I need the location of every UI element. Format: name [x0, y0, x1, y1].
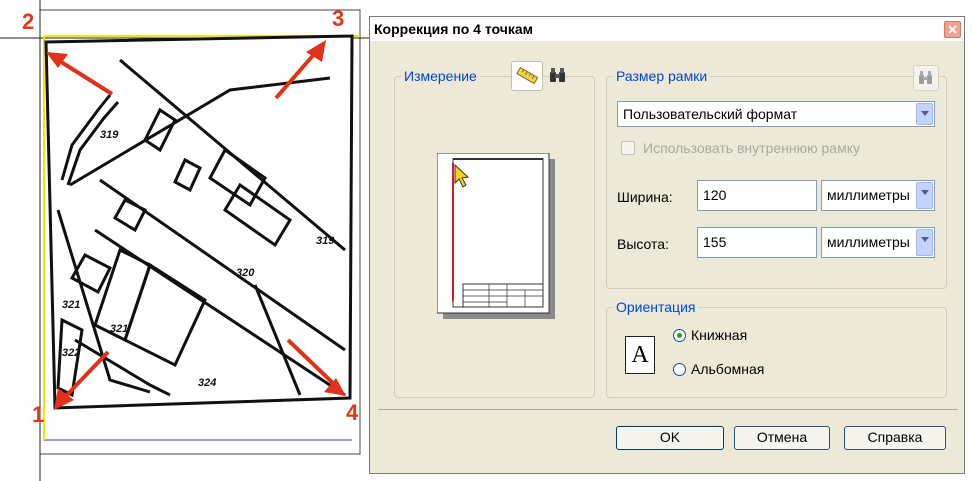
- width-unit-select[interactable]: миллиметры: [821, 180, 935, 211]
- chevron-down-icon[interactable]: [916, 229, 933, 256]
- pick-format-button[interactable]: [913, 65, 939, 91]
- orientation-group: Ориентация A Книжная Альбомная: [606, 299, 947, 398]
- binoculars-tool-button[interactable]: [547, 64, 569, 86]
- height-unit-select[interactable]: миллиметры: [821, 227, 935, 258]
- measurement-group: Измерение: [394, 61, 595, 398]
- chevron-down-icon[interactable]: [916, 103, 933, 125]
- format-select-value: Пользовательский формат: [623, 106, 798, 122]
- close-button[interactable]: [944, 21, 961, 38]
- height-unit-value: миллиметры: [827, 234, 910, 250]
- portrait-radio[interactable]: [673, 329, 686, 342]
- map-label-321b: 321: [110, 323, 128, 335]
- chevron-down-icon[interactable]: [916, 182, 933, 209]
- footer-divider: [378, 409, 958, 410]
- binoculars-icon: [919, 71, 932, 84]
- map-label-319a: 319: [100, 129, 119, 141]
- frame-size-group: Размер рамки Пользовательский формат Исп…: [606, 65, 947, 289]
- map-label-320: 320: [236, 267, 255, 279]
- orientation-legend: Ориентация: [613, 299, 699, 315]
- map-label-322: 322: [62, 347, 80, 359]
- corner-label-4: 4: [346, 400, 359, 425]
- measurement-legend: Измерение: [401, 68, 480, 84]
- binoculars-icon: [550, 68, 565, 82]
- scanned-map-drawing: 319 319 320 321 321 322 324: [0, 0, 372, 481]
- ok-button[interactable]: OK: [616, 426, 724, 450]
- scanned-sheet-border: [44, 34, 354, 410]
- format-select[interactable]: Пользовательский формат: [617, 101, 935, 127]
- portrait-label: Книжная: [691, 327, 748, 343]
- four-point-correction-dialog: Коррекция по 4 точкам Измерение Размер р…: [369, 16, 965, 474]
- map-label-319b: 319: [316, 235, 335, 247]
- use-inner-frame-label: Использовать внутреннюю рамку: [643, 140, 860, 156]
- scanned-map-canvas[interactable]: 319 319 320 321 321 322 324 2 3 1 4: [0, 0, 372, 481]
- landscape-radio[interactable]: [673, 363, 686, 376]
- width-label: Ширина:: [617, 189, 673, 205]
- ruler-icon: [516, 66, 539, 85]
- map-label-321a: 321: [62, 299, 80, 311]
- corner-label-1: 1: [32, 402, 45, 427]
- frame-size-legend: Размер рамки: [613, 68, 711, 84]
- ruler-tool-button[interactable]: [511, 61, 543, 91]
- map-label-324: 324: [198, 377, 216, 389]
- orientation-preview-icon: A: [625, 336, 655, 374]
- landscape-label: Альбомная: [691, 361, 765, 377]
- close-icon: [948, 25, 957, 34]
- cancel-button[interactable]: Отмена: [734, 426, 830, 450]
- frame-preview: [436, 152, 555, 319]
- dialog-titlebar[interactable]: Коррекция по 4 точкам: [370, 17, 964, 41]
- corner-label-3: 3: [332, 6, 345, 31]
- dialog-title: Коррекция по 4 точкам: [374, 21, 533, 37]
- use-inner-frame-checkbox[interactable]: [621, 141, 635, 155]
- width-unit-value: миллиметры: [827, 187, 910, 203]
- height-input[interactable]: 155: [697, 227, 817, 258]
- width-input[interactable]: 120: [697, 180, 817, 211]
- corner-label-2: 2: [22, 9, 35, 34]
- help-button[interactable]: Справка: [844, 426, 946, 450]
- height-label: Высота:: [617, 236, 669, 252]
